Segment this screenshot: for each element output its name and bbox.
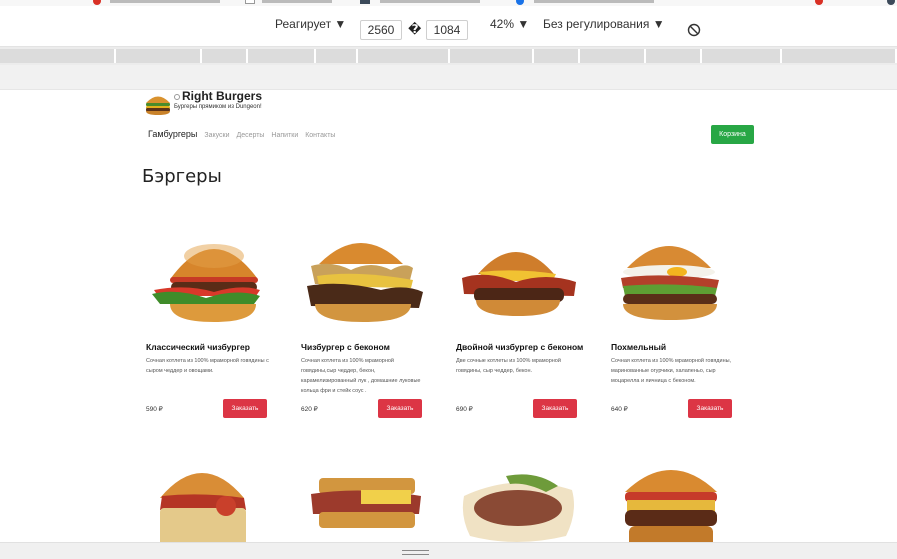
product-name[interactable]: Двойной чизбургер с беконом (456, 342, 583, 352)
burger-image[interactable] (456, 226, 591, 334)
throttling-dropdown[interactable]: Без регулирования ▼ (543, 17, 665, 31)
media-query-segment[interactable] (782, 49, 897, 63)
rotate-icon[interactable] (687, 22, 701, 41)
viewport-height-input[interactable]: 1084 (426, 20, 468, 40)
product-name[interactable]: Классический чизбургер (146, 342, 250, 352)
tomato-icon (174, 94, 180, 100)
page-viewport: Right Burgers Бургеры прямиком из Dungeo… (0, 90, 897, 542)
media-query-segment[interactable] (358, 49, 450, 63)
site-brand[interactable]: Right Burgers (174, 90, 262, 103)
media-query-segment[interactable] (316, 49, 358, 63)
viewport-resize-bar[interactable] (0, 542, 897, 559)
burger-image[interactable] (456, 452, 591, 542)
resize-handle-icon[interactable] (402, 550, 429, 555)
media-query-segment[interactable] (580, 49, 646, 63)
cart-button[interactable]: Корзина (711, 125, 754, 144)
nav-item-desserts[interactable]: Десерты (236, 132, 264, 139)
product-price: 590 ₽ (146, 406, 163, 413)
bookmark-item[interactable] (380, 0, 480, 3)
burger-image[interactable] (146, 226, 281, 334)
media-query-segment[interactable] (534, 49, 580, 63)
bookmark-favicon-icon[interactable] (815, 0, 823, 5)
bookmark-item[interactable] (534, 0, 654, 3)
product-price: 620 ₽ (301, 406, 318, 413)
bookmark-favicon-icon[interactable] (93, 0, 101, 5)
device-dropdown[interactable]: Реагирует ▼ (275, 17, 346, 31)
bookmark-item[interactable] (110, 0, 220, 3)
media-query-segment[interactable] (116, 49, 202, 63)
bookmark-item[interactable] (262, 0, 332, 3)
product-name[interactable]: Чизбургер с беконом (301, 342, 390, 352)
order-button[interactable]: Заказать (378, 399, 422, 418)
order-button[interactable]: Заказать (688, 399, 732, 418)
product-description: Две сочные котлеты из 100% мраморной гов… (456, 358, 561, 374)
media-query-segment[interactable] (0, 49, 116, 63)
bookmark-favicon-icon[interactable] (887, 0, 895, 5)
zoom-label: 42% (490, 17, 515, 31)
nav-item-contacts[interactable]: Контакты (305, 132, 335, 139)
burger-image[interactable] (611, 452, 746, 542)
media-query-segment[interactable] (248, 49, 316, 63)
burger-image[interactable] (611, 226, 746, 334)
viewport-width-input[interactable]: 2560 (360, 20, 402, 40)
bookmark-favicon-icon[interactable] (245, 0, 255, 4)
burger-image[interactable] (301, 226, 436, 334)
throttling-label: Без регулирования (543, 17, 650, 31)
bookmark-favicon-icon[interactable] (360, 0, 370, 4)
burger-image[interactable] (301, 452, 436, 542)
product-description: Сочная котлета из 100% мраморной говядин… (146, 358, 269, 374)
site-tagline: Бургеры прямиком из Dungeon! (174, 104, 262, 110)
product-price: 640 ₽ (611, 406, 628, 413)
zoom-dropdown[interactable]: 42% ▼ (490, 17, 529, 31)
ruler-bar (0, 65, 897, 90)
page-title: Бэргеры (142, 166, 222, 187)
dimension-separator: � (408, 22, 422, 36)
product-name[interactable]: Похмельный (611, 342, 666, 352)
media-query-segment[interactable] (450, 49, 534, 63)
burger-logo-icon[interactable] (144, 92, 172, 116)
nav-item-drinks[interactable]: Напитки (271, 132, 298, 139)
main-nav: Гамбургеры Закуски Десерты Напитки Конта… (148, 129, 340, 139)
product-price: 690 ₽ (456, 406, 473, 413)
order-button[interactable]: Заказать (223, 399, 267, 418)
media-query-segment[interactable] (646, 49, 702, 63)
product-description: Сочная котлета из 100% мраморной говядин… (301, 358, 421, 394)
nav-item-snacks[interactable]: Закуски (204, 132, 229, 139)
burger-image[interactable] (146, 452, 281, 542)
bookmark-favicon-icon[interactable] (516, 0, 524, 5)
order-button[interactable]: Заказать (533, 399, 577, 418)
media-query-segment[interactable] (702, 49, 782, 63)
media-query-bar[interactable] (0, 47, 897, 65)
device-label: Реагирует (275, 17, 332, 31)
media-query-segment[interactable] (202, 49, 248, 63)
product-description: Сочная котлета из 100% мраморной говядин… (611, 358, 732, 384)
device-toolbar: Реагирует ▼ 2560 � 1084 42% ▼ Без регули… (0, 6, 897, 47)
brand-label: Right Burgers (182, 90, 263, 103)
nav-item-hamburgers[interactable]: Гамбургеры (148, 129, 197, 139)
